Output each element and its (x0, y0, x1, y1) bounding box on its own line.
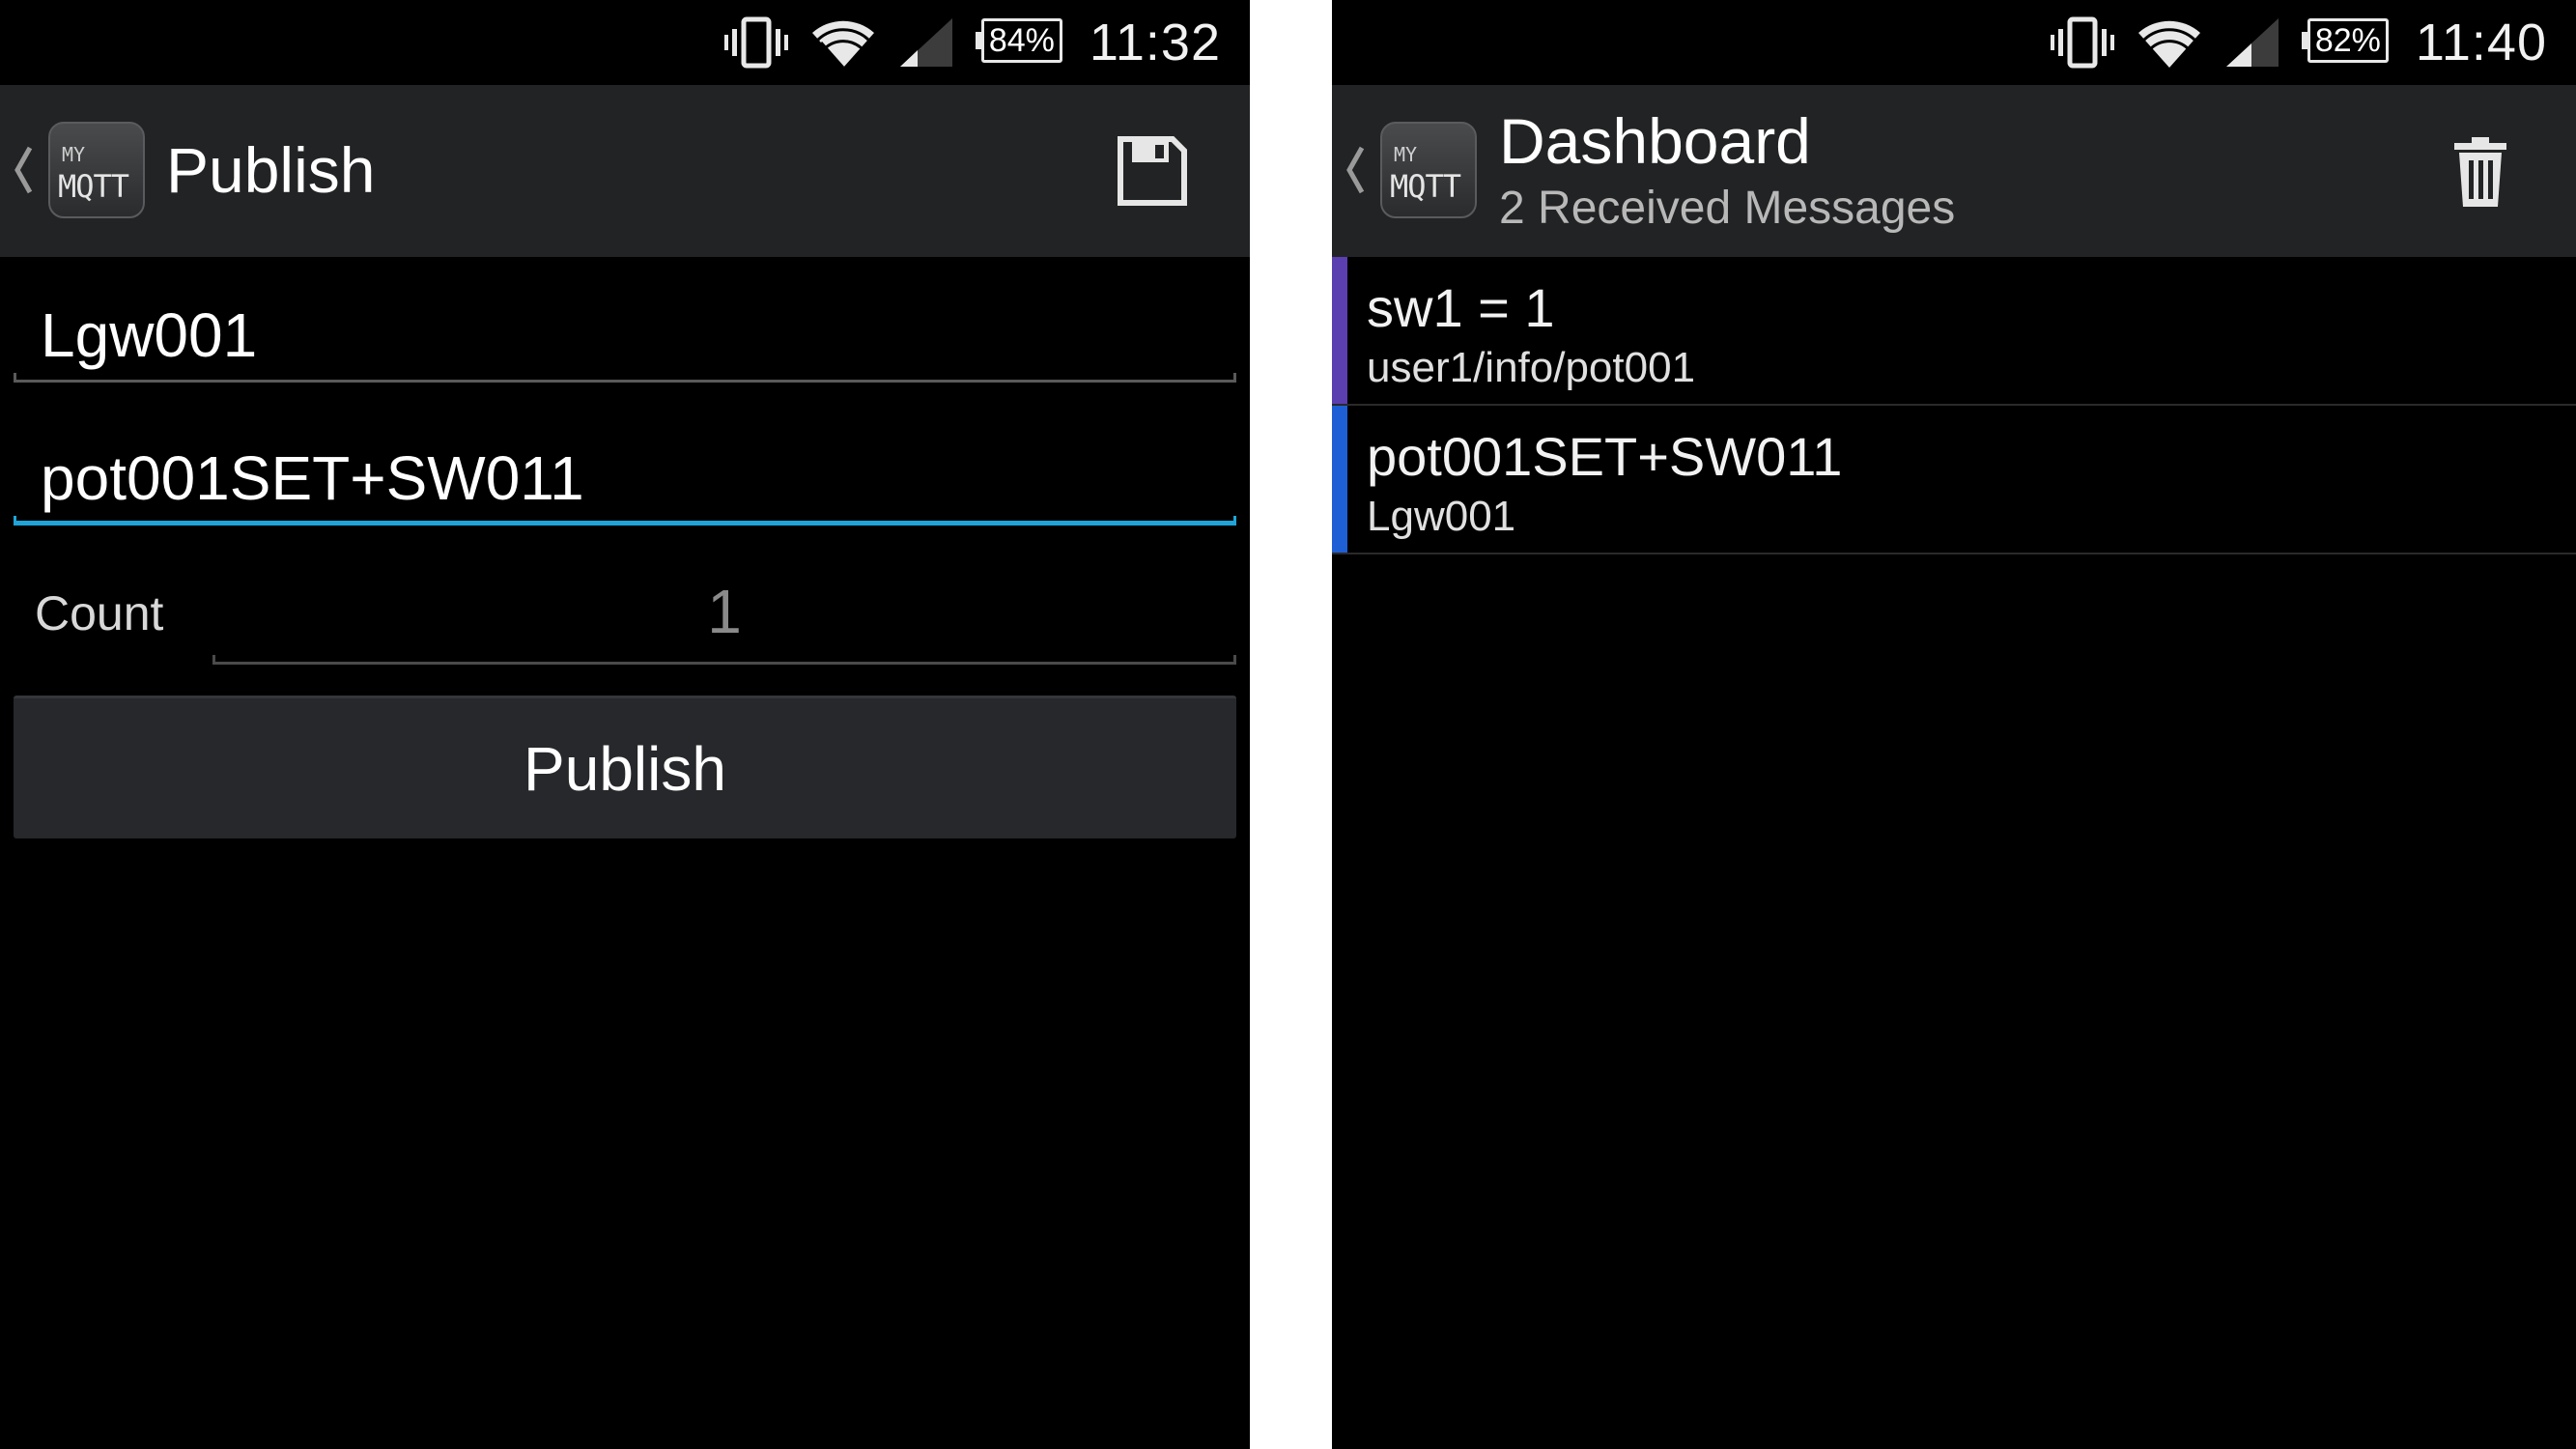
wifi-icon (2136, 15, 2203, 70)
message-color-bar (1332, 406, 1347, 553)
message-input[interactable]: pot001SET+SW011 (14, 429, 1236, 526)
count-input-value: 1 (707, 577, 742, 646)
battery-icon: 84% (975, 18, 1068, 67)
battery-icon: 82% (2301, 18, 2394, 67)
logo-text-mqtt: MQTT (1390, 168, 1461, 205)
message-color-bar (1332, 257, 1347, 404)
count-label: Count (35, 586, 164, 640)
count-input[interactable]: 1 (212, 560, 1236, 665)
dashboard-screen: 82% 11:40 MY MQTT Dashboard 2 Received M… (1332, 0, 2576, 1449)
topic-input-value: Lgw001 (41, 300, 258, 370)
page-title: Dashboard (1499, 105, 1811, 177)
vibrate-icon (723, 16, 788, 69)
topic-input[interactable]: Lgw001 (14, 286, 1236, 383)
message-payload: sw1 = 1 (1367, 277, 1555, 338)
list-item[interactable]: sw1 = 1 user1/info/pot001 (1332, 257, 2576, 406)
list-item[interactable]: pot001SET+SW011 Lgw001 (1332, 406, 2576, 554)
signal-icon (898, 16, 954, 69)
message-payload: pot001SET+SW011 (1367, 426, 1843, 487)
page-subtitle: 2 Received Messages (1499, 183, 1956, 234)
publish-button[interactable]: Publish (14, 696, 1236, 838)
signal-icon (2224, 16, 2280, 69)
battery-percent: 82% (2314, 22, 2381, 59)
status-clock: 11:32 (1089, 14, 1221, 71)
app-logo[interactable]: MY MQTT (1380, 122, 1477, 218)
app-logo[interactable]: MY MQTT (48, 122, 145, 218)
message-topic: Lgw001 (1367, 493, 1516, 540)
save-icon[interactable] (1117, 135, 1188, 212)
status-clock: 11:40 (2415, 14, 2547, 71)
logo-text-my: MY (1394, 143, 1418, 166)
vibrate-icon (2050, 16, 2114, 69)
battery-percent: 84% (988, 22, 1055, 59)
logo-text-mqtt: MQTT (58, 168, 129, 205)
action-bar: MY MQTT Dashboard 2 Received Messages (1332, 85, 2576, 257)
publish-screen: 84% 11:32 MY MQTT Publish Lgw001 pot001S… (0, 0, 1250, 1449)
message-input-value: pot001SET+SW011 (41, 443, 584, 513)
message-topic: user1/info/pot001 (1367, 344, 1696, 391)
page-title: Publish (166, 134, 376, 206)
action-bar: MY MQTT Publish (0, 85, 1250, 257)
message-list: sw1 = 1 user1/info/pot001 pot001SET+SW011 L… (1332, 257, 2576, 554)
logo-text-my: MY (62, 143, 86, 166)
status-bar: 82% 11:40 (1332, 0, 2576, 85)
trash-icon[interactable] (2452, 135, 2508, 213)
wifi-icon (809, 15, 877, 70)
status-bar: 84% 11:32 (0, 0, 1250, 85)
